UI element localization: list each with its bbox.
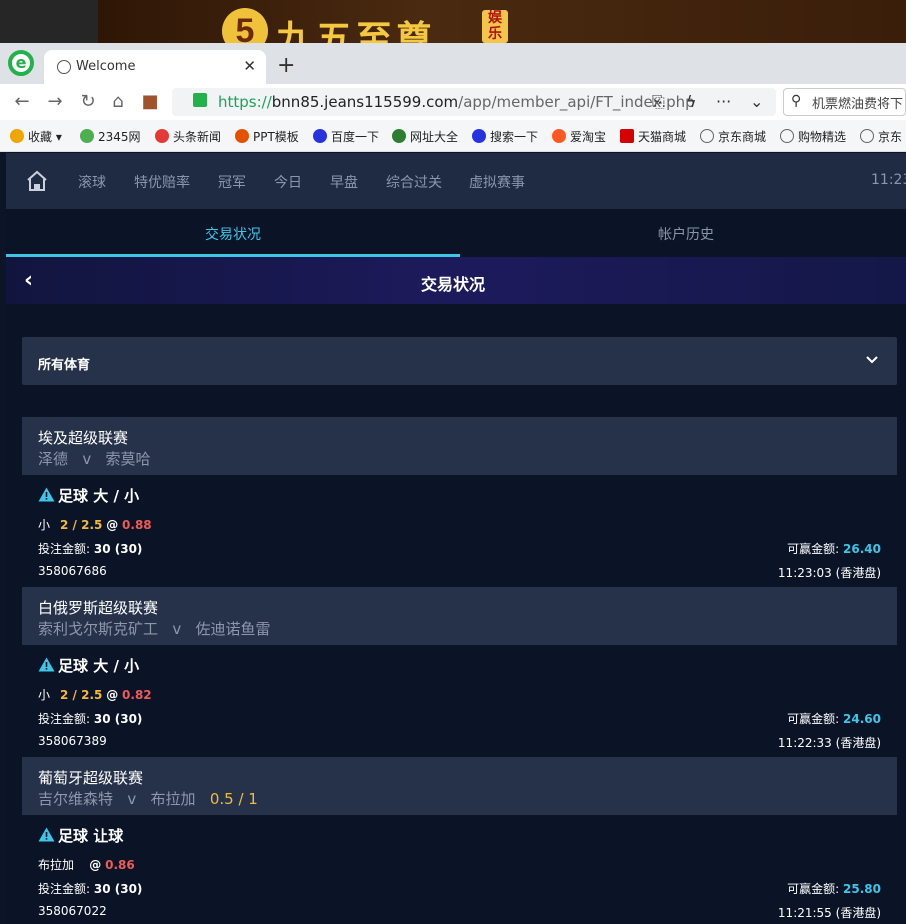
tab-title: Welcome [76,59,136,74]
browser-tab[interactable]: Welcome ✕ [44,50,266,84]
globe-icon [57,60,71,74]
site-icon [392,129,406,143]
bookmark-jd2[interactable]: 京东 [860,128,902,145]
stake-amount: 投注金额: 30 (30) [38,542,143,556]
search-icon: ⚲ [791,93,802,109]
warning-icon [38,827,55,842]
bookmark-ppt[interactable]: PPT模板 [235,128,299,145]
nav-early[interactable]: 早盘 [330,172,358,192]
nav-parlay[interactable]: 综合过关 [386,172,442,192]
nav-clock: 11:23 [871,172,906,188]
new-tab-button[interactable]: + [277,53,295,78]
nav-today[interactable]: 今日 [274,172,302,192]
bet-type: 足球 大 / 小 [38,485,139,506]
match-teams: 索利戈尔斯克矿工 v 佐迪诺鱼雷 [38,620,271,638]
win-amount: 可赢金额: 25.80 [787,882,881,896]
nav-live[interactable]: 滚球 [78,172,106,192]
ticket-id: 358067022 [38,904,107,918]
lightning-icon[interactable]: ϟ [686,92,697,111]
sport-filter-select[interactable] [22,337,897,385]
ticket-id: 358067686 [38,564,107,578]
match-teams: 吉尔维森特 v 布拉加 0.5 / 1 [38,790,258,808]
win-amount: 可赢金额: 26.40 [787,542,881,556]
bookmark-tmall[interactable]: 天猫商城 [620,128,686,145]
bookmark-toutiao[interactable]: 头条新闻 [155,128,221,145]
banner-left-area [0,0,98,43]
warning-icon [38,657,55,672]
bookmark-taobao[interactable]: 爱淘宝 [552,128,606,145]
bookmark-shopping[interactable]: 购物精选 [780,128,846,145]
bet-selection: 小2 / 2.5 @ 0.88 [38,518,152,532]
win-amount: 可赢金额: 24.60 [787,712,881,726]
stake-amount: 投注金额: 30 (30) [38,712,143,726]
nav-virtual[interactable]: 虚拟赛事 [469,172,525,192]
bet-type: 足球 让球 [38,825,123,846]
home-icon[interactable]: ⌂ [108,91,128,112]
globe-icon [860,129,874,143]
url-text[interactable]: https://bnn85.jeans115599.com/app/member… [218,93,695,111]
sport-filter-value: 所有体育 [38,358,91,373]
back-arrow-icon[interactable]: ← [12,91,32,112]
bet-selection: 布拉加 @ 0.86 [38,858,135,872]
bookmark-2345[interactable]: 2345网 [80,128,141,145]
globe-icon [780,129,794,143]
star-icon [10,129,24,143]
close-icon[interactable]: ✕ [243,57,256,75]
site-icon [235,129,249,143]
nav-outright[interactable]: 冠军 [218,172,246,192]
league-header [22,417,897,475]
bet-time: 11:21:55 (香港盘) [777,906,881,920]
bookmark-favorites[interactable]: 收藏 ▾ [10,128,62,145]
tab-account-history[interactable]: 帐户历史 [658,224,714,244]
site-icon [80,129,94,143]
league-name: 白俄罗斯超级联赛 [38,599,159,617]
bet-selection: 小2 / 2.5 @ 0.82 [38,688,152,702]
translate-icon[interactable]: ⎘ [652,92,665,112]
bookmark-search[interactable]: 搜索一下 [472,128,538,145]
briefcase-icon[interactable]: ■ [140,91,160,112]
forward-arrow-icon[interactable]: → [45,91,65,112]
stake-amount: 投注金额: 30 (30) [38,882,143,896]
ticket-id: 358067389 [38,734,107,748]
reload-icon[interactable]: ↻ [78,91,98,112]
brand-badge: 娱乐 [482,10,508,43]
more-icon[interactable]: ··· [716,92,731,111]
lock-icon[interactable] [193,93,207,107]
chevron-down-icon[interactable] [864,352,880,368]
bet-time: 11:22:33 (香港盘) [777,736,881,750]
site-icon [472,129,486,143]
chevron-down-icon[interactable]: ⌄ [750,92,763,111]
match-teams: 泽德 v 索莫哈 [38,450,151,468]
warning-icon [38,487,55,502]
league-name: 葡萄牙超级联赛 [38,769,144,787]
sub-tabs [6,209,906,257]
nav-special-odds[interactable]: 特优赔率 [134,172,190,192]
tab-transaction-status[interactable]: 交易状况 [205,224,261,244]
site-icon [552,129,566,143]
globe-icon [700,129,714,143]
bookmark-hao[interactable]: 网址大全 [392,128,458,145]
site-icon [313,129,327,143]
bet-time: 11:23:03 (香港盘) [777,566,881,580]
ad-banner[interactable]: 5 九五至尊 娱乐 [0,0,906,60]
page-title: 交易状况 [420,275,485,294]
browser-logo-icon[interactable]: e [8,50,34,76]
site-icon [155,129,169,143]
site-icon [620,129,634,143]
league-name: 埃及超级联赛 [38,429,129,447]
bookmark-jd[interactable]: 京东商城 [700,128,766,145]
bookmark-baidu[interactable]: 百度一下 [313,128,379,145]
home-icon[interactable] [26,170,48,192]
search-placeholder: 机票燃油费将下 [812,97,904,112]
bet-type: 足球 大 / 小 [38,655,139,676]
